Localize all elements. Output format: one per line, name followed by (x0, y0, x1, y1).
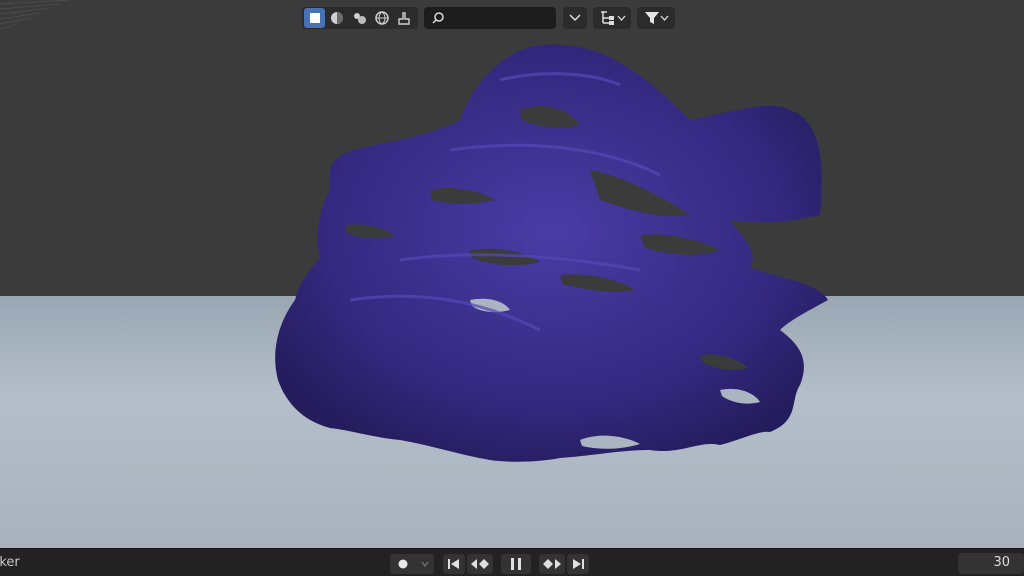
hierarchy-icon (600, 11, 614, 25)
auto-keying-toggle[interactable] (390, 554, 434, 574)
rendered-globe-icon (375, 11, 389, 25)
next-keyframe-button[interactable] (539, 554, 565, 574)
timeline-bar: rker 30 (0, 548, 1024, 576)
outliner-search-field[interactable] (424, 7, 556, 29)
shading-solid-button[interactable] (326, 8, 347, 28)
3d-viewport[interactable] (0, 0, 1024, 548)
previous-keyframe-button[interactable] (467, 554, 493, 574)
jump-to-start-button[interactable] (443, 554, 465, 574)
prev-keyframe-icon (471, 559, 489, 569)
shading-wireframe-button[interactable] (303, 8, 326, 28)
shading-brush-button[interactable] (394, 8, 415, 28)
brush-icon (398, 12, 411, 25)
chevron-down-icon (569, 14, 581, 22)
marker-menu-label[interactable]: rker (0, 555, 20, 570)
display-mode-dropdown[interactable] (593, 7, 631, 29)
jump-end-icon (573, 559, 584, 569)
record-dot-icon (398, 559, 429, 569)
expand-dropdown-button[interactable] (563, 7, 587, 29)
chevron-down-icon (660, 15, 668, 21)
pause-button[interactable] (501, 554, 531, 574)
search-icon (432, 12, 444, 24)
next-keyframe-icon (543, 559, 561, 569)
jump-to-end-button[interactable] (567, 554, 589, 574)
material-preview-icon (353, 13, 366, 24)
solid-sphere-icon (331, 12, 344, 24)
filter-dropdown[interactable] (637, 7, 675, 29)
shading-mode-group (302, 7, 418, 29)
current-frame-value: 30 (993, 555, 1010, 570)
jump-start-icon (448, 559, 459, 569)
chevron-down-icon (617, 15, 625, 21)
viewport-header (0, 0, 1024, 34)
filter-funnel-icon (644, 12, 659, 24)
viewport-scene (0, 0, 1024, 548)
current-frame-field[interactable]: 30 (958, 553, 1024, 574)
wireframe-square-icon (309, 13, 320, 23)
pause-icon (511, 558, 521, 570)
shading-material-button[interactable] (349, 8, 370, 28)
search-input[interactable] (450, 10, 554, 26)
shading-rendered-button[interactable] (371, 8, 392, 28)
